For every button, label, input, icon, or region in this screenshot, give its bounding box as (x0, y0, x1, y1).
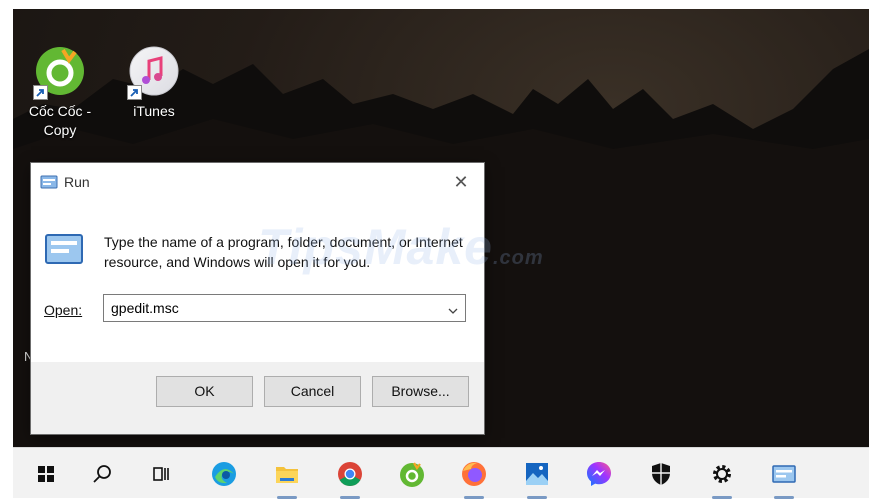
chevron-down-icon[interactable] (447, 303, 459, 321)
close-button[interactable]: ✕ (446, 169, 476, 195)
ok-button[interactable]: OK (156, 376, 253, 407)
run-icon (772, 465, 796, 483)
chrome-icon (338, 462, 362, 487)
itunes-icon (127, 44, 181, 100)
run-icon (40, 175, 58, 194)
messenger-icon (587, 462, 611, 486)
coccoc-icon (33, 44, 87, 100)
taskbar-run[interactable] (767, 457, 801, 499)
run-dialog: Run ✕ Type the name of a program, folder… (31, 163, 484, 434)
edge-icon (212, 462, 236, 486)
run-dialog-footer: OK Cancel Browse... (31, 362, 484, 434)
taskbar-firefox[interactable] (457, 457, 491, 499)
start-icon (38, 466, 54, 482)
open-label-text: Open: (44, 302, 83, 318)
task-view-icon (153, 467, 169, 481)
watermark-suffix: .com (492, 247, 544, 269)
open-combobox[interactable]: gpedit.msc (103, 294, 466, 322)
taskbar-edge[interactable] (207, 457, 241, 491)
taskbar-chrome[interactable] (333, 457, 367, 499)
desktop-icon-label: Cốc Cốc - Copy (28, 103, 92, 138)
settings-icon (713, 465, 731, 483)
taskbar-photos[interactable] (520, 457, 554, 499)
taskbar-security[interactable] (644, 457, 678, 491)
taskbar-settings[interactable] (705, 457, 739, 499)
desktop-icon-label: iTunes (133, 103, 175, 119)
run-program-icon (43, 232, 85, 271)
browse-button[interactable]: Browse... (372, 376, 469, 407)
cancel-button[interactable]: Cancel (264, 376, 361, 407)
run-dialog-titlebar[interactable]: Run ✕ (31, 163, 484, 201)
desktop-icon-coccoc[interactable]: Cốc Cốc - Copy (20, 44, 100, 140)
shortcut-arrow-icon (33, 85, 48, 100)
start-button[interactable] (29, 457, 63, 491)
security-icon (652, 463, 670, 485)
coccoc-icon (400, 462, 424, 487)
open-label: Open: (44, 302, 82, 318)
task-view-button[interactable] (144, 457, 178, 491)
desktop-icon-itunes[interactable]: iTunes (114, 44, 194, 121)
photos-icon (526, 463, 548, 485)
firefox-icon (462, 462, 486, 486)
search-button[interactable] (85, 457, 119, 491)
taskbar (13, 447, 869, 499)
taskbar-coccoc[interactable] (395, 457, 429, 491)
file-explorer-icon (276, 467, 298, 483)
open-input-value[interactable]: gpedit.msc (111, 300, 179, 316)
taskbar-messenger[interactable] (582, 457, 616, 491)
shortcut-arrow-icon (127, 85, 142, 100)
taskbar-file-explorer[interactable] (270, 457, 304, 499)
search-icon (93, 465, 111, 483)
watermark: TipsMake.com (258, 218, 544, 276)
run-dialog-title: Run (64, 174, 90, 190)
watermark-text: TipsMake (258, 219, 493, 275)
